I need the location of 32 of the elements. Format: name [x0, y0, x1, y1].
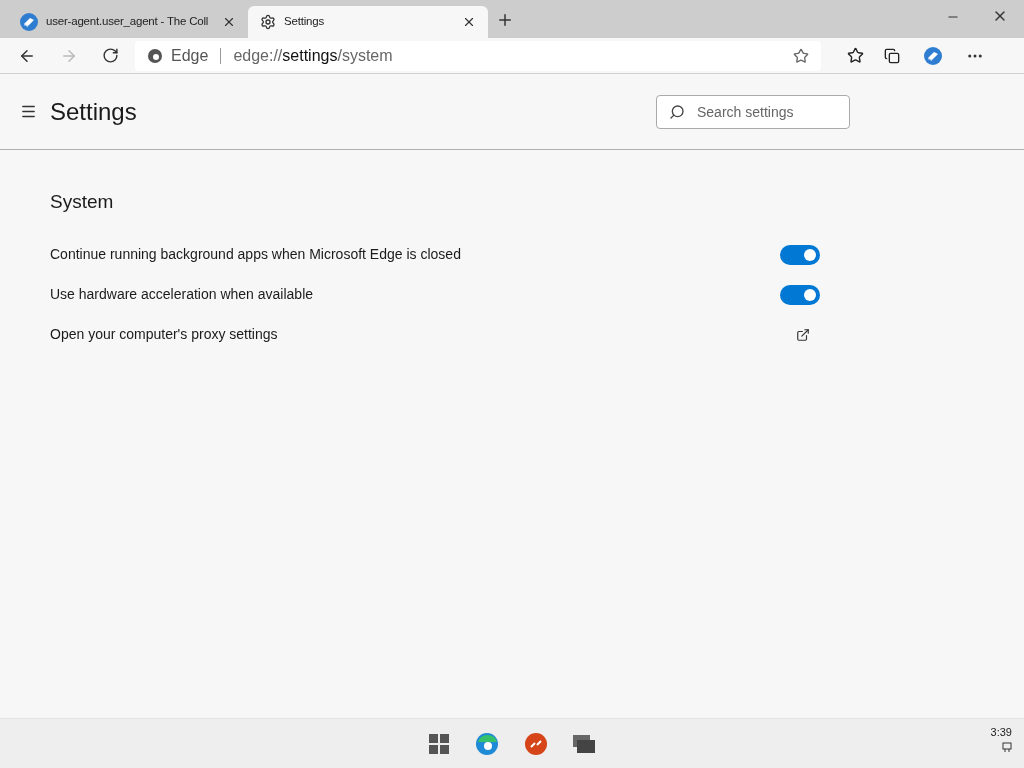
- close-tab-icon[interactable]: [222, 15, 236, 29]
- url-text: edge://settings/system: [233, 45, 394, 66]
- menu-icon[interactable]: [20, 103, 37, 120]
- add-favorite-icon[interactable]: [793, 47, 809, 64]
- search-icon: [669, 103, 685, 120]
- remote-desktop-icon[interactable]: [525, 732, 547, 755]
- close-tab-icon[interactable]: [462, 15, 476, 29]
- browser-tab[interactable]: Settings: [248, 6, 488, 38]
- browser-tab[interactable]: user-agent.user_agent - The Coll: [8, 6, 248, 38]
- setting-label: Use hardware acceleration when available: [50, 285, 314, 304]
- toggle-switch[interactable]: [780, 284, 820, 305]
- favorites-icon[interactable]: [847, 47, 864, 64]
- clock: 3:39: [990, 727, 1012, 738]
- setting-label: Open your computer's proxy settings: [50, 325, 278, 344]
- site-label: Edge: [171, 45, 209, 66]
- section-title: System: [50, 190, 115, 214]
- book-icon: [20, 13, 38, 31]
- new-tab-icon[interactable]: [496, 11, 514, 29]
- profile-icon: [924, 46, 942, 65]
- tab-title: Settings: [284, 14, 325, 30]
- external-link-icon[interactable]: [796, 327, 810, 342]
- toggle-switch[interactable]: [780, 244, 820, 265]
- tab-title: user-agent.user_agent - The Coll: [46, 14, 210, 30]
- gear-icon: [260, 14, 276, 30]
- windows-start-icon[interactable]: [429, 733, 449, 754]
- task-view-icon[interactable]: [573, 734, 595, 753]
- setting-label: Continue running background apps when Microsoft Edge is closed: [50, 245, 461, 264]
- address-bar[interactable]: Edge edge://settings/system: [135, 40, 821, 71]
- collections-icon[interactable]: [884, 47, 900, 64]
- reload-icon[interactable]: [102, 47, 119, 64]
- page-title: Settings: [50, 96, 138, 127]
- search-field[interactable]: Search settings: [656, 94, 850, 129]
